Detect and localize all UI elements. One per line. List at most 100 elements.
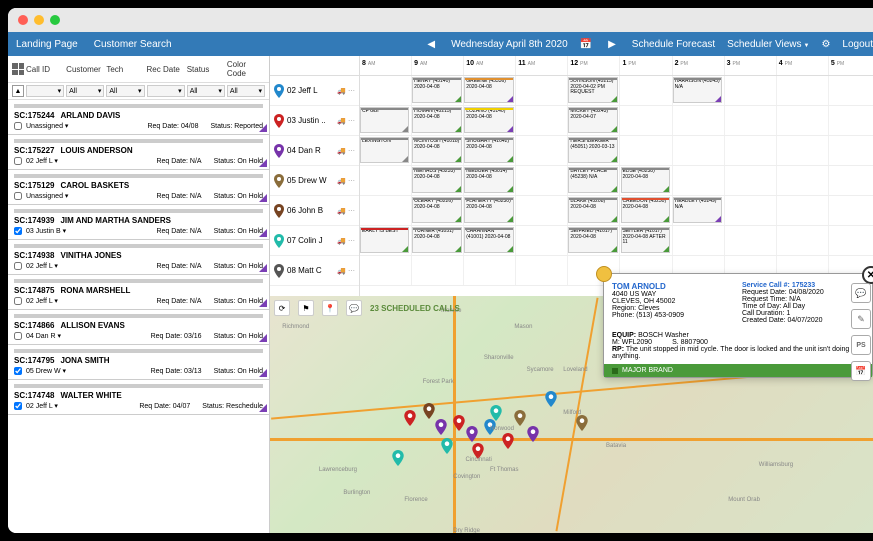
logout-link[interactable]: Logout bbox=[842, 39, 873, 50]
call-item[interactable]: SC:174939JIM AND MARTHA SANDERS 03 Justi… bbox=[8, 205, 269, 240]
appointment[interactable]: LEXINGTON bbox=[360, 137, 409, 163]
calendar-icon[interactable]: 📅 bbox=[580, 39, 592, 50]
map-marker[interactable] bbox=[404, 410, 416, 426]
tech-row[interactable]: 05 Drew W 🚚⋯ bbox=[270, 166, 359, 196]
call-checkbox[interactable] bbox=[14, 227, 22, 235]
appointment[interactable]: SEITLER (41017) 2020-04-08 AFTER 11 bbox=[621, 227, 670, 253]
call-item[interactable]: SC:175244ARLAND DAVIS Unassigned ▾ Req D… bbox=[8, 100, 269, 135]
truck-icon[interactable]: 🚚 bbox=[337, 237, 346, 245]
map-marker[interactable] bbox=[490, 405, 502, 421]
map-marker[interactable] bbox=[453, 415, 465, 431]
appointment[interactable]: EARLY IS BEST bbox=[360, 227, 409, 253]
map-refresh-button[interactable]: ⟳ bbox=[274, 300, 290, 316]
landing-page-link[interactable]: Landing Page bbox=[16, 39, 78, 50]
appointment[interactable]: HERSHBERGER (45051) 2020-03-13 bbox=[568, 137, 617, 163]
status-select[interactable]: All▾ bbox=[187, 85, 225, 97]
prev-day-button[interactable]: ◀ bbox=[423, 39, 439, 50]
appointment[interactable]: BLAKE (45208) 2020-04-08 bbox=[568, 197, 617, 223]
popup-close-button[interactable]: ✕ bbox=[862, 266, 873, 284]
call-item[interactable]: SC:175129CAROL BASKETS Unassigned ▾ Req … bbox=[8, 170, 269, 205]
minimize-window-icon[interactable] bbox=[34, 15, 44, 25]
truck-icon[interactable]: 🚚 bbox=[337, 117, 346, 125]
map-marker[interactable] bbox=[576, 415, 588, 431]
call-item[interactable]: SC:174938VINITHA JONES 02 Jeff L ▾ Req D… bbox=[8, 240, 269, 275]
call-item[interactable]: SC:174875RONA MARSHELL 02 Jeff L ▾ Req D… bbox=[8, 275, 269, 310]
appointment[interactable]: TURNER (41051) 2020-04-08 bbox=[412, 227, 461, 253]
call-tech-dropdown[interactable]: 04 Dan R ▾ bbox=[26, 332, 61, 340]
appointment[interactable]: OLEARY (45226) 2020-04-08 bbox=[412, 197, 461, 223]
map-marker[interactable] bbox=[392, 450, 404, 466]
close-window-icon[interactable] bbox=[18, 15, 28, 25]
tech-row[interactable]: 08 Matt C 🚚⋯ bbox=[270, 256, 359, 286]
popup-sc-number[interactable]: 175233 bbox=[792, 282, 815, 289]
truck-icon[interactable]: 🚚 bbox=[337, 207, 346, 215]
appointment[interactable]: HOMAN (45215) 2020-04-08 bbox=[412, 107, 461, 133]
map-filter-button[interactable]: ⚑ bbox=[298, 300, 314, 316]
call-tech-dropdown[interactable]: Unassigned ▾ bbox=[26, 192, 68, 200]
tech-row[interactable]: 02 Jeff L 🚚⋯ bbox=[270, 76, 359, 106]
map-layers-button[interactable]: 📍 bbox=[322, 300, 338, 316]
color-select[interactable]: All▾ bbox=[227, 85, 265, 97]
call-checkbox[interactable] bbox=[14, 262, 22, 270]
truck-icon[interactable]: 🚚 bbox=[337, 87, 346, 95]
call-item[interactable]: SC:174866ALLISON EVANS 04 Dan R ▾ Req Da… bbox=[8, 310, 269, 345]
map-marker[interactable] bbox=[514, 410, 526, 426]
call-tech-dropdown[interactable]: 02 Jeff L ▾ bbox=[26, 157, 58, 165]
more-icon[interactable]: ⋯ bbox=[348, 87, 355, 95]
map-chat-button[interactable]: 💬 bbox=[346, 300, 362, 316]
call-checkbox[interactable] bbox=[14, 332, 22, 340]
appointment[interactable]: JOHNSON (45213) 2020-04-02 PM REQUEST bbox=[568, 77, 617, 103]
filter-call-id[interactable]: Call ID bbox=[26, 65, 64, 74]
appointment[interactable]: CREEDON (45230) 2020-04-08 bbox=[621, 197, 670, 223]
call-tech-dropdown[interactable]: 02 Jeff L ▾ bbox=[26, 402, 58, 410]
tech-select[interactable]: All▾ bbox=[106, 85, 144, 97]
appointment[interactable]: CARANNAN (41001) 2020-04-08 bbox=[464, 227, 513, 253]
next-day-button[interactable]: ▶ bbox=[604, 39, 620, 50]
call-tech-dropdown[interactable]: 05 Drew W ▾ bbox=[26, 367, 66, 375]
appointment[interactable]: EDSE (45238) 2020-04-08 bbox=[621, 167, 670, 193]
appointment[interactable]: SHUGART (41042) 2020-04-08 bbox=[464, 137, 513, 163]
call-checkbox[interactable] bbox=[14, 297, 22, 305]
appointment[interactable]: GREENE (45336) 2020-04-08 bbox=[464, 77, 513, 103]
more-icon[interactable]: ⋯ bbox=[348, 177, 355, 185]
map-marker[interactable] bbox=[423, 403, 435, 419]
tech-row[interactable]: 03 Justin .. 🚚⋯ bbox=[270, 106, 359, 136]
appointment[interactable]: MICKEY (45243) 2020-04-07 bbox=[568, 107, 617, 133]
more-icon[interactable]: ⋯ bbox=[348, 147, 355, 155]
popup-edit-icon[interactable]: ✎ bbox=[851, 309, 871, 329]
call-item[interactable]: SC:174795JONA SMITH 05 Drew W ▾ Req Date… bbox=[8, 345, 269, 380]
call-checkbox[interactable] bbox=[14, 122, 22, 130]
scheduler-views-dropdown[interactable]: Scheduler Views bbox=[727, 39, 809, 50]
truck-icon[interactable]: 🚚 bbox=[337, 177, 346, 185]
map-marker[interactable] bbox=[441, 438, 453, 454]
tech-row[interactable]: 06 John B 🚚⋯ bbox=[270, 196, 359, 226]
map-marker[interactable] bbox=[527, 426, 539, 442]
date-select[interactable]: ▾ bbox=[147, 85, 185, 97]
current-date[interactable]: Wednesday April 8th 2020 bbox=[451, 39, 568, 50]
call-checkbox[interactable] bbox=[14, 367, 22, 375]
more-icon[interactable]: ⋯ bbox=[348, 117, 355, 125]
customer-select[interactable]: All▾ bbox=[66, 85, 104, 97]
customer-search-link[interactable]: Customer Search bbox=[94, 39, 172, 50]
appointment[interactable]: NIEHAUS (45233) 2020-04-08 bbox=[412, 167, 461, 193]
map-marker[interactable] bbox=[435, 419, 447, 435]
filter-icon[interactable]: ▲ bbox=[12, 85, 24, 97]
tech-row[interactable]: 04 Dan R 🚚⋯ bbox=[270, 136, 359, 166]
tech-row[interactable]: 07 Colin J 🚚⋯ bbox=[270, 226, 359, 256]
filter-rec-date[interactable]: Rec Date bbox=[147, 65, 185, 74]
popup-chat-icon[interactable]: 💬 bbox=[851, 283, 871, 303]
call-item[interactable]: SC:175227LOUIS ANDERSON 02 Jeff L ▾ Req … bbox=[8, 135, 269, 170]
more-icon[interactable]: ⋯ bbox=[348, 207, 355, 215]
appointment[interactable]: HENRY (45140) 2020-04-08 bbox=[412, 77, 461, 103]
appointment[interactable]: HARRISON (45243) N/A bbox=[673, 77, 722, 103]
appointment[interactable]: HEADLEY (45249) N/A bbox=[673, 197, 722, 223]
popup-calendar-icon[interactable]: 📅 bbox=[851, 361, 871, 381]
map-marker[interactable] bbox=[502, 433, 514, 449]
truck-icon[interactable]: 🚚 bbox=[337, 147, 346, 155]
more-icon[interactable]: ⋯ bbox=[348, 267, 355, 275]
call-checkbox[interactable] bbox=[14, 192, 22, 200]
appointment[interactable]: LOZANO (45140) 2020-04-08 bbox=[464, 107, 513, 133]
call-tech-dropdown[interactable]: 02 Jeff L ▾ bbox=[26, 262, 58, 270]
popup-ps-icon[interactable]: PS bbox=[851, 335, 871, 355]
maximize-window-icon[interactable] bbox=[50, 15, 60, 25]
